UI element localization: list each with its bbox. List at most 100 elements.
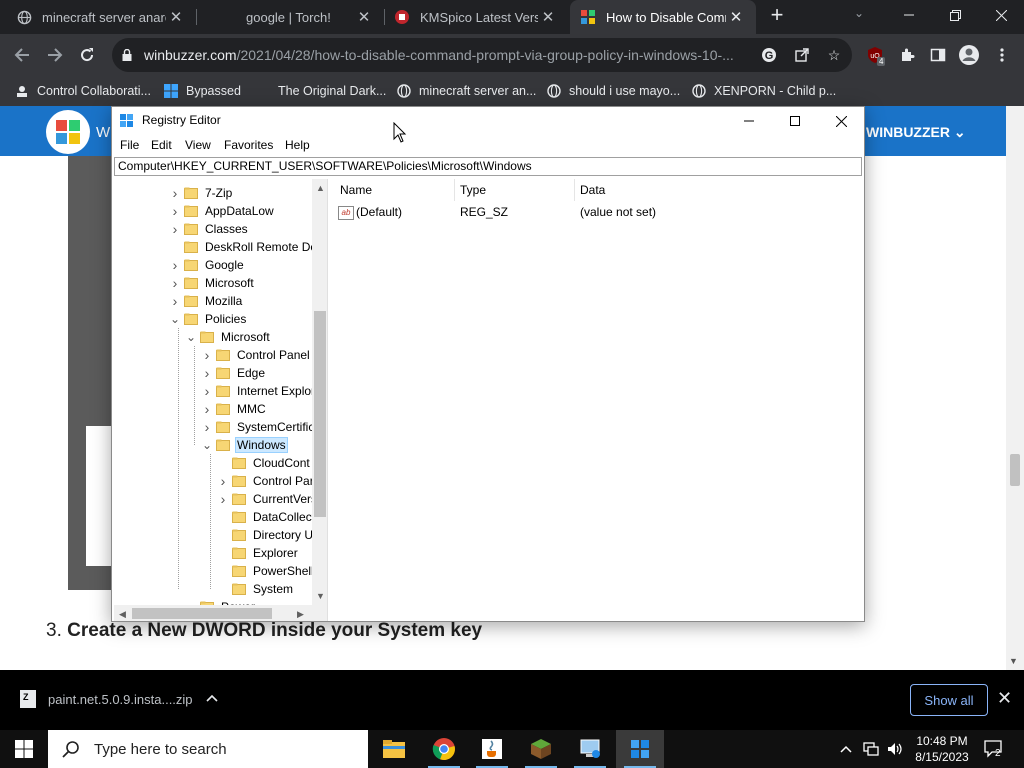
- tree-node[interactable]: System: [216, 580, 295, 598]
- tree-node[interactable]: Explorer: [216, 544, 300, 562]
- tree-node[interactable]: › Google: [168, 256, 246, 274]
- expand-chevron-icon[interactable]: ›: [200, 383, 214, 399]
- column-header-type[interactable]: Type: [460, 183, 486, 197]
- reload-button[interactable]: [74, 42, 100, 68]
- tree-node[interactable]: DeskRoll Remote De: [168, 238, 319, 256]
- tree-node[interactable]: DataCollect: [216, 508, 317, 526]
- tab-close-icon[interactable]: ✕: [166, 8, 186, 26]
- scroll-up-arrow-icon[interactable]: ▲: [316, 183, 325, 193]
- tree-node[interactable]: › Control Par: [216, 472, 316, 490]
- show-all-button[interactable]: Show all: [910, 684, 988, 716]
- chrome-menu-icon[interactable]: [991, 44, 1013, 66]
- address-bar[interactable]: winbuzzer.com/2021/04/28/how-to-disable-…: [112, 38, 852, 72]
- bookmark-xenporn[interactable]: XENPORN - Child p...: [692, 82, 836, 100]
- tree-node[interactable]: Directory U: [216, 526, 315, 544]
- chevron-up-icon[interactable]: [206, 691, 218, 705]
- start-button[interactable]: [0, 730, 48, 768]
- bookmark-minecraft-server[interactable]: minecraft server an...: [397, 82, 536, 100]
- tree-node[interactable]: › SystemCertific: [200, 418, 316, 436]
- menu-help[interactable]: Help: [285, 138, 310, 152]
- close-window-button[interactable]: [978, 0, 1024, 30]
- column-divider[interactable]: [574, 179, 575, 201]
- menu-file[interactable]: File: [120, 138, 139, 152]
- collapse-chevron-icon[interactable]: ⌄: [200, 438, 214, 452]
- column-header-data[interactable]: Data: [580, 183, 605, 197]
- taskbar-minecraft[interactable]: [517, 730, 565, 768]
- share-icon[interactable]: [793, 46, 811, 64]
- tab-close-icon[interactable]: ✕: [538, 8, 558, 26]
- regedit-maximize-button[interactable]: [772, 107, 818, 135]
- bookmark-mayo[interactable]: should i use mayo...: [547, 82, 680, 100]
- tree-node[interactable]: › Microsoft: [168, 274, 256, 292]
- expand-chevron-icon[interactable]: ›: [200, 419, 214, 435]
- tree-node[interactable]: ⌄ Microsoft: [184, 328, 272, 346]
- tray-overflow-chevron-icon[interactable]: [836, 730, 856, 768]
- new-tab-button[interactable]: +: [766, 4, 788, 27]
- taskbar-network-tool[interactable]: [566, 730, 614, 768]
- url-text[interactable]: winbuzzer.com/2021/04/28/how-to-disable-…: [144, 47, 756, 63]
- bookmark-bypassed[interactable]: Bypassed: [164, 82, 241, 100]
- page-scrollbar-thumb[interactable]: [1010, 454, 1020, 486]
- back-button[interactable]: [9, 42, 35, 68]
- collapse-chevron-icon[interactable]: ⌄: [168, 312, 182, 326]
- expand-chevron-icon[interactable]: ›: [200, 401, 214, 417]
- scroll-down-arrow-icon[interactable]: ▼: [1009, 656, 1018, 666]
- tab-close-icon[interactable]: ✕: [726, 8, 746, 26]
- bookmark-star-icon[interactable]: ☆: [825, 46, 843, 64]
- registry-path-field[interactable]: Computer\HKEY_CURRENT_USER\SOFTWARE\Poli…: [114, 157, 862, 176]
- tree-node[interactable]: › Internet Explor: [200, 382, 317, 400]
- collapse-chevron-icon[interactable]: ⌄: [184, 330, 198, 344]
- tab-close-icon[interactable]: ✕: [354, 8, 374, 26]
- tree-node[interactable]: ⌄ Policies: [168, 310, 248, 328]
- taskbar-registry-editor[interactable]: [616, 730, 664, 768]
- taskbar-chrome[interactable]: [420, 730, 468, 768]
- expand-chevron-icon[interactable]: ›: [168, 203, 182, 219]
- tab-minecraft[interactable]: minecraft server anarc ✕: [0, 0, 196, 34]
- close-downloads-icon[interactable]: ✕: [997, 688, 1012, 709]
- tab-google-torch[interactable]: google | Torch! ✕: [196, 0, 384, 34]
- tree-node[interactable]: › Control Panel: [200, 346, 312, 364]
- bookmark-original-dark[interactable]: The Original Dark...: [278, 82, 386, 100]
- scroll-down-arrow-icon[interactable]: ▼: [316, 591, 325, 601]
- restore-button[interactable]: [932, 0, 978, 30]
- scroll-right-arrow-icon[interactable]: ▶: [297, 609, 304, 620]
- system-clock[interactable]: 10:48 PM 8/15/2023: [912, 733, 972, 765]
- column-divider[interactable]: [454, 179, 455, 201]
- bookmark-control-collaboration[interactable]: Control Collaborati...: [15, 82, 151, 100]
- menu-edit[interactable]: Edit: [151, 138, 172, 152]
- side-panel-icon[interactable]: [927, 44, 949, 66]
- expand-chevron-icon[interactable]: ›: [216, 473, 230, 489]
- ublock-extension-icon[interactable]: uO 4: [864, 44, 886, 66]
- tree-horizontal-scroll-thumb[interactable]: [132, 608, 272, 619]
- expand-chevron-icon[interactable]: ›: [216, 491, 230, 507]
- expand-chevron-icon[interactable]: ›: [168, 221, 182, 237]
- column-header-name[interactable]: Name: [340, 183, 372, 197]
- network-icon[interactable]: [860, 730, 882, 768]
- forward-button[interactable]: [42, 42, 68, 68]
- lock-icon[interactable]: [122, 49, 132, 61]
- profile-avatar-icon[interactable]: [958, 44, 980, 66]
- tab-kmspico[interactable]: KMSpico Latest Version ✕: [384, 0, 568, 34]
- expand-chevron-icon[interactable]: ›: [168, 293, 182, 309]
- tree-node[interactable]: › Classes: [168, 220, 250, 238]
- regedit-close-button[interactable]: [818, 107, 864, 135]
- tree-node[interactable]: › Edge: [200, 364, 267, 382]
- menu-view[interactable]: View: [185, 138, 211, 152]
- tree-node[interactable]: › CurrentVers: [216, 490, 319, 508]
- expand-chevron-icon[interactable]: ›: [168, 275, 182, 291]
- site-brand-menu[interactable]: WINBUZZER ⌄: [866, 124, 966, 141]
- tree-node[interactable]: › Mozilla: [168, 292, 244, 310]
- tree-node[interactable]: ⌄ Windows: [200, 436, 288, 454]
- tree-vertical-scroll-thumb[interactable]: [314, 311, 326, 517]
- regedit-titlebar[interactable]: Registry Editor: [112, 107, 864, 135]
- expand-chevron-icon[interactable]: ›: [168, 185, 182, 201]
- volume-icon[interactable]: [884, 730, 906, 768]
- registry-key-tree[interactable]: › 7-Zip › AppDataLow › Classes DeskRoll Remote…: [114, 179, 328, 621]
- regedit-minimize-button[interactable]: [726, 107, 772, 135]
- winbuzzer-logo-icon[interactable]: [46, 110, 90, 154]
- extensions-puzzle-icon[interactable]: [896, 44, 918, 66]
- minimize-button[interactable]: [886, 0, 932, 30]
- taskbar-search-box[interactable]: Type here to search: [48, 730, 368, 768]
- expand-chevron-icon[interactable]: ›: [168, 257, 182, 273]
- value-name[interactable]: (Default): [356, 205, 402, 219]
